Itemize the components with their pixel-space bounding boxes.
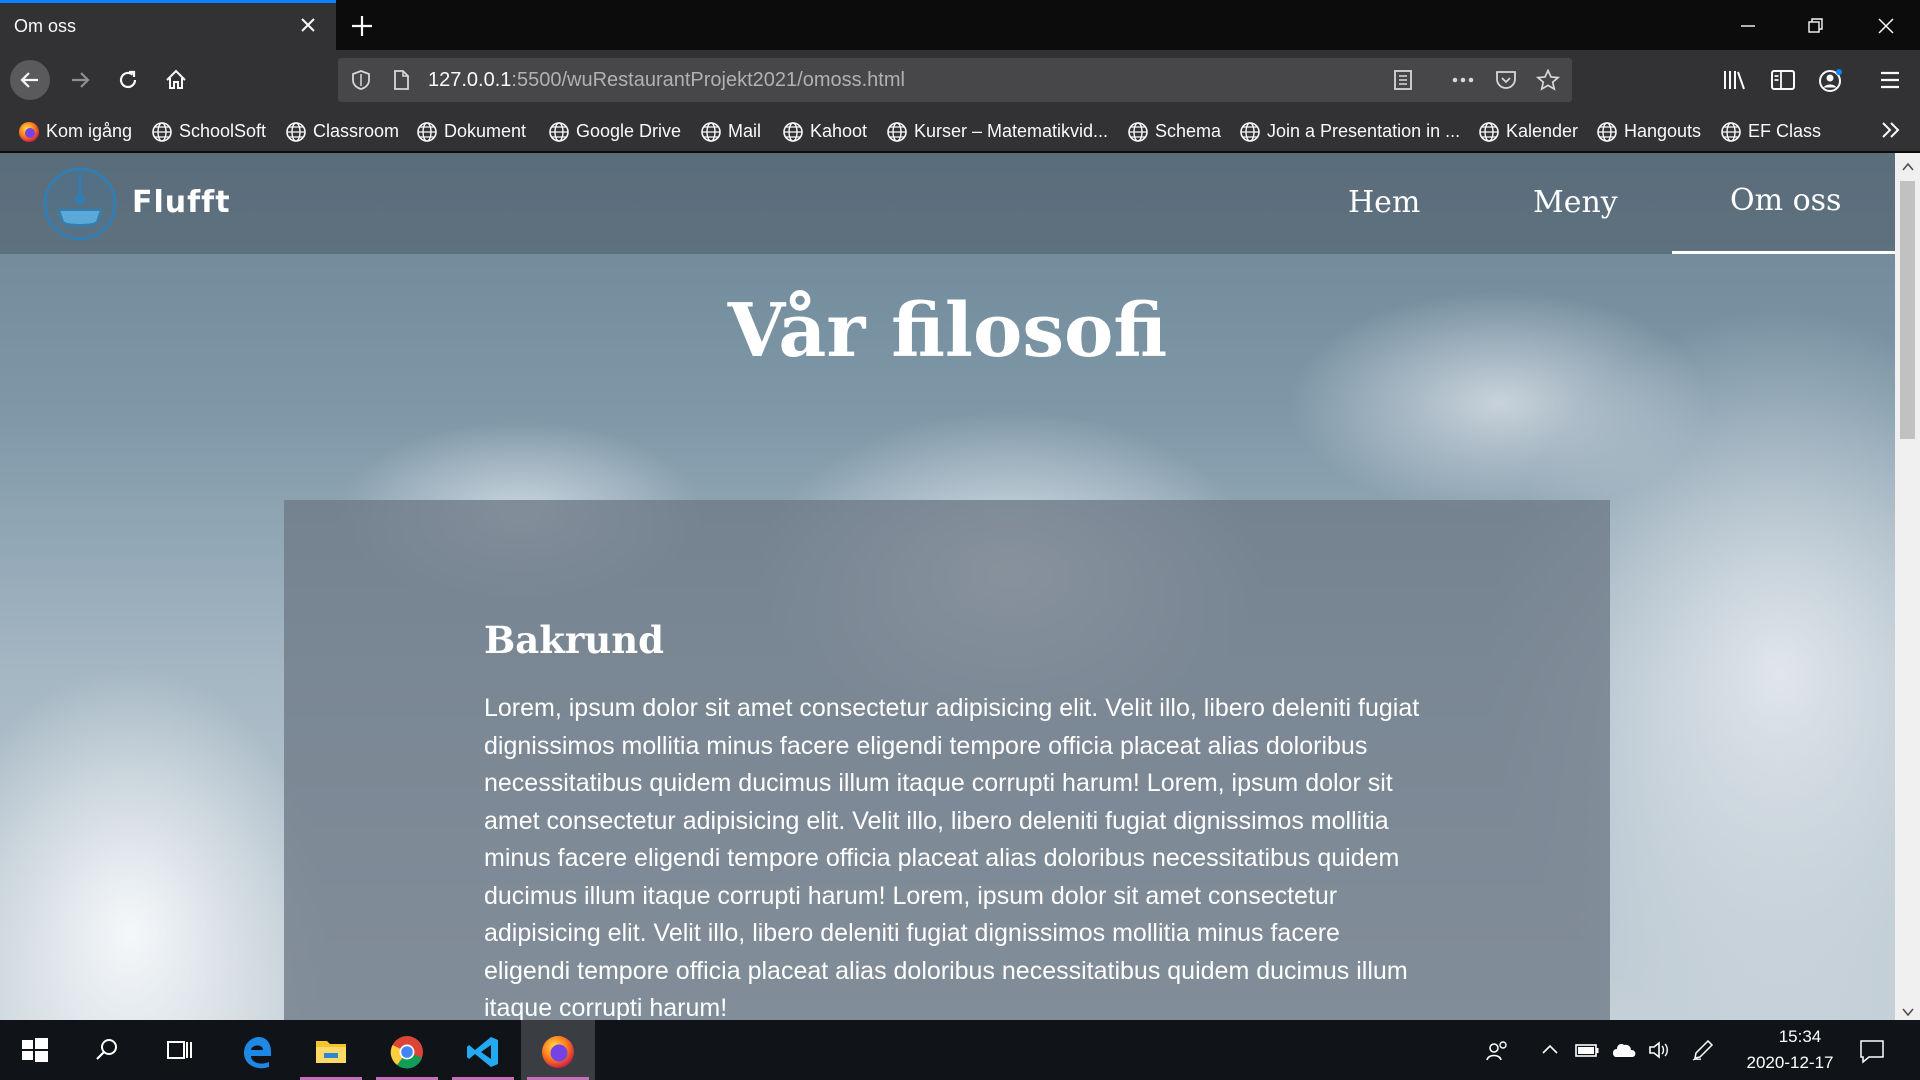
globe-icon [548, 121, 570, 143]
tracking-shield-icon[interactable] [350, 69, 372, 96]
globe-icon [700, 121, 722, 143]
bookmark-label: SchoolSoft [179, 121, 267, 141]
address-bar[interactable]: 127.0.0.1:5500/wuRestaurantProjekt2021/o… [338, 58, 1572, 102]
back-icon[interactable] [10, 60, 50, 100]
clock-date[interactable]: 2020-12-17 [1730, 1053, 1850, 1073]
web-page: Flufft Hem Meny Om oss Vår filosofi Bakr… [0, 153, 1895, 1020]
globe-icon [1127, 121, 1149, 143]
page-scrollbar[interactable] [1895, 153, 1920, 1020]
nav-link-meny[interactable]: Meny [1533, 185, 1618, 220]
bookmark-label: Hangouts [1624, 121, 1702, 141]
pocket-icon[interactable] [1494, 69, 1518, 96]
account-icon[interactable] [1818, 68, 1844, 99]
reload-icon[interactable] [108, 60, 148, 100]
start-icon[interactable] [0, 1020, 74, 1080]
bookmark-label: Classroom [313, 121, 400, 141]
bookmark-label: Join a Presentation in ... [1267, 121, 1461, 141]
tab-title: Om oss [14, 16, 77, 36]
new-tab-icon[interactable] [348, 12, 376, 40]
page-actions-icon[interactable] [1450, 69, 1476, 96]
bookmark-label: Google Drive [576, 121, 682, 141]
site-header: Flufft Hem Meny Om oss [0, 153, 1895, 254]
battery-icon[interactable] [1574, 1038, 1600, 1067]
section-heading: Bakrund [484, 618, 665, 662]
globe-icon [1478, 121, 1500, 143]
globe-icon [1239, 121, 1261, 143]
forward-icon[interactable] [60, 60, 100, 100]
navigation-toolbar: 127.0.0.1:5500/wuRestaurantProjekt2021/o… [0, 50, 1920, 110]
brand-name[interactable]: Flufft [132, 185, 231, 220]
url-host: 127.0.0.1 [428, 69, 512, 91]
chevron-up-icon[interactable] [1540, 1038, 1560, 1067]
bookmark-label: Dokument [444, 121, 527, 141]
page-info-icon[interactable] [390, 69, 412, 96]
nav-link-om-oss: Om oss [1730, 183, 1842, 218]
windows-taskbar: 15:34 2020-12-17 [0, 1020, 1920, 1080]
globe-icon [782, 121, 804, 143]
reader-view-icon[interactable] [1392, 69, 1414, 96]
globe-icon [1596, 121, 1618, 143]
notification-icon[interactable] [1858, 1038, 1886, 1069]
minimize-icon[interactable] [1714, 0, 1782, 50]
bookmark-label: Kurser – Matematikvid... [914, 121, 1109, 141]
globe-icon [416, 121, 438, 143]
firefox-icon [18, 121, 40, 143]
scroll-up-icon[interactable] [1902, 159, 1914, 177]
url-text[interactable]: 127.0.0.1:5500/wuRestaurantProjekt2021/o… [428, 69, 905, 92]
nav-link-om-oss-active[interactable]: Om oss [1672, 153, 1895, 254]
firefox-taskbar-icon[interactable] [521, 1020, 595, 1080]
page-title: Vår filosofi [727, 288, 1168, 374]
onedrive-icon[interactable] [1610, 1038, 1638, 1067]
tab-bar: Om oss [0, 0, 1920, 50]
globe-icon [1720, 121, 1742, 143]
people-icon[interactable] [1484, 1038, 1510, 1069]
close-window-icon[interactable] [1852, 0, 1920, 50]
library-icon[interactable] [1722, 68, 1748, 97]
bookmark-label: Mail [728, 121, 762, 141]
bookmark-label: EF Class [1748, 121, 1822, 141]
vscode-icon[interactable] [446, 1020, 520, 1080]
globe-icon [151, 121, 173, 143]
bookmark-label: Kalender [1506, 121, 1579, 141]
scroll-thumb[interactable] [1900, 181, 1915, 439]
pen-ink-icon[interactable] [1690, 1038, 1716, 1067]
url-path: :5500/wuRestaurantProjekt2021/omoss.html [511, 69, 905, 91]
bookmark-label: Kahoot [810, 121, 868, 141]
nav-link-hem[interactable]: Hem [1348, 185, 1420, 220]
file-explorer-icon[interactable] [294, 1020, 368, 1080]
search-icon[interactable] [72, 1020, 146, 1080]
bookmark-star-icon[interactable] [1535, 68, 1561, 96]
sidebar-icon[interactable] [1770, 68, 1796, 97]
close-tab-icon[interactable] [298, 15, 318, 35]
bookmarks-toolbar: Kom igång SchoolSoft Classroom Dokument … [0, 110, 1920, 152]
logo-icon[interactable] [42, 166, 118, 242]
clock-time[interactable]: 15:34 [1760, 1027, 1840, 1047]
bookmark-label: Schema [1155, 121, 1222, 141]
restore-icon[interactable] [1782, 0, 1850, 50]
chevron-double-right-icon[interactable] [1880, 119, 1902, 146]
bookmark-label: Kom igång [46, 121, 133, 141]
globe-icon [886, 121, 908, 143]
hamburger-menu-icon[interactable] [1878, 68, 1902, 97]
home-icon[interactable] [156, 60, 196, 100]
globe-icon [285, 121, 307, 143]
chrome-icon[interactable] [370, 1020, 444, 1080]
edge-icon[interactable] [220, 1020, 294, 1080]
content-panel: Bakrund Lorem, ipsum dolor sit amet cons… [284, 500, 1610, 1020]
task-view-icon[interactable] [144, 1020, 218, 1080]
tab-om-oss[interactable]: Om oss [0, 0, 336, 50]
volume-icon[interactable] [1647, 1038, 1673, 1067]
section-paragraph: Lorem, ipsum dolor sit amet consectetur … [484, 694, 1420, 1020]
